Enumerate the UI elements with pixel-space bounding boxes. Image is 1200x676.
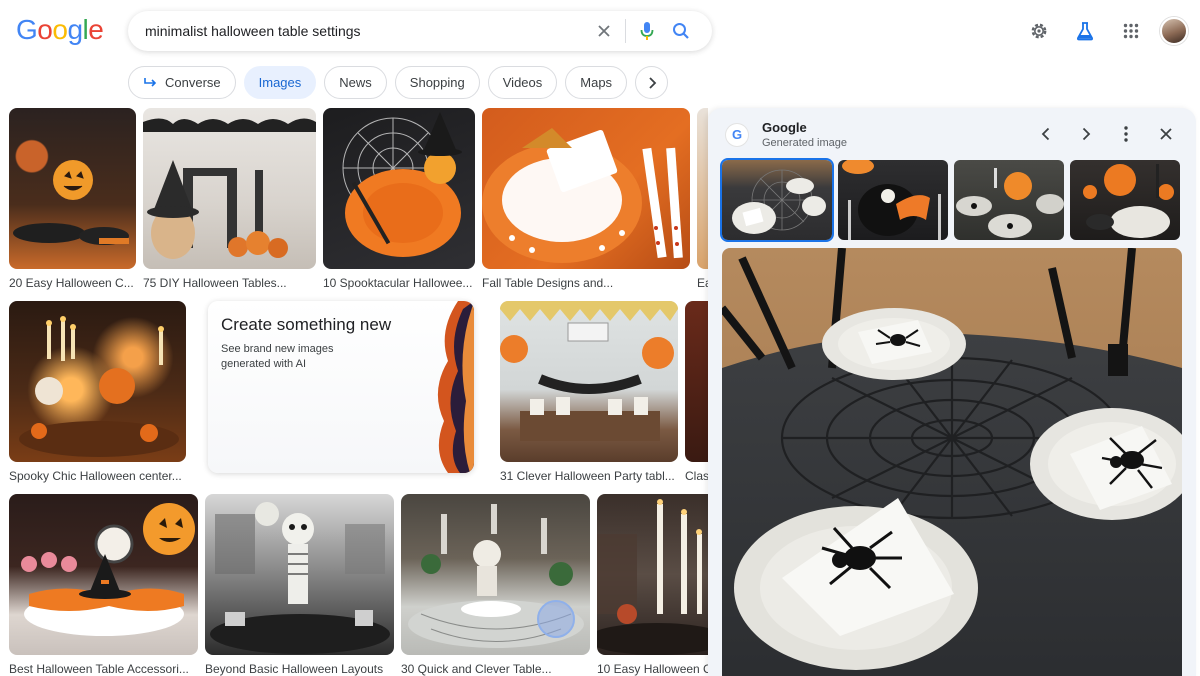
logo-letter: o	[52, 14, 68, 45]
result-tile[interactable]: 10 Spooktacular Hallowee...	[323, 108, 475, 290]
chip-images[interactable]: Images	[243, 66, 317, 99]
result-image[interactable]	[685, 301, 708, 462]
variation-thumbnail[interactable]	[1070, 160, 1180, 240]
source-name[interactable]: Google	[762, 120, 847, 135]
chip-shopping[interactable]: Shopping	[394, 66, 480, 99]
variation-thumbnail-selected[interactable]	[720, 158, 834, 242]
result-image[interactable]	[323, 108, 475, 269]
settings-gear-icon[interactable]	[1022, 14, 1056, 48]
clear-icon[interactable]	[587, 14, 621, 48]
result-caption: Beyond Basic Halloween Layouts	[205, 662, 384, 676]
result-tile[interactable]: Fall Table Designs and...	[482, 108, 690, 290]
chip-news[interactable]: News	[324, 66, 387, 99]
result-tile[interactable]: 20 Easy Halloween C...	[9, 108, 136, 290]
result-caption: Ea	[697, 276, 708, 290]
filter-chips: Converse Images News Shopping Videos Map…	[128, 66, 669, 99]
close-icon	[1160, 128, 1172, 140]
result-tile[interactable]: Ea	[697, 108, 708, 290]
result-tile[interactable]: Clas	[685, 301, 708, 483]
result-image[interactable]	[9, 108, 136, 269]
result-caption: Spooky Chic Halloween center...	[9, 469, 182, 483]
chevron-right-icon	[648, 76, 656, 89]
result-image[interactable]	[143, 108, 316, 269]
result-image[interactable]	[401, 494, 590, 655]
result-caption: 10 Spooktacular Hallowee...	[323, 276, 473, 290]
google-logo[interactable]: Google	[16, 14, 104, 46]
result-caption: Fall Table Designs and...	[482, 276, 614, 290]
preview-main-image[interactable]	[722, 248, 1182, 676]
image-results-grid: 20 Easy Halloween C... 75 DIY Halloween …	[0, 108, 708, 676]
previous-button[interactable]	[1030, 118, 1062, 150]
apps-grid-icon[interactable]	[1114, 14, 1148, 48]
logo-letter: G	[16, 14, 38, 45]
chip-label: Videos	[502, 75, 543, 90]
chip-videos[interactable]: Videos	[487, 66, 558, 99]
chip-maps[interactable]: Maps	[565, 66, 628, 99]
search-input[interactable]: minimalist halloween table settings	[145, 23, 587, 39]
result-tile[interactable]: Best Halloween Table Accessori...	[9, 494, 198, 676]
result-caption: 75 DIY Halloween Tables...	[143, 276, 287, 290]
result-caption: 20 Easy Halloween C...	[9, 276, 134, 290]
result-tile[interactable]: 31 Clever Halloween Party tabl...	[500, 301, 678, 483]
source-favicon: G	[726, 123, 748, 146]
image-preview-panel: G Google Generated image	[708, 108, 1196, 676]
result-caption: Clas	[685, 469, 708, 483]
search-box[interactable]: minimalist halloween table settings	[128, 11, 712, 51]
chip-label: News	[339, 75, 372, 90]
search-divider	[625, 19, 626, 43]
close-panel-button[interactable]	[1150, 118, 1182, 150]
result-caption: Best Halloween Table Accessori...	[9, 662, 189, 676]
result-tile[interactable]: 75 DIY Halloween Tables...	[143, 108, 316, 290]
result-tile[interactable]: 10 Easy Halloween Ce	[597, 494, 708, 676]
result-tile[interactable]: Spooky Chic Halloween center...	[9, 301, 186, 483]
logo-letter: e	[88, 14, 104, 45]
chevron-left-icon	[1041, 127, 1050, 141]
account-avatar[interactable]	[1160, 17, 1188, 45]
result-image[interactable]	[9, 301, 186, 462]
result-image[interactable]	[482, 108, 690, 269]
variation-thumbnail[interactable]	[838, 160, 948, 240]
converse-arrow-icon	[144, 77, 157, 87]
result-image[interactable]	[697, 108, 708, 269]
chip-label: Images	[258, 75, 302, 90]
mic-icon[interactable]	[630, 14, 664, 48]
next-button[interactable]	[1070, 118, 1102, 150]
source-subtitle: Generated image	[762, 137, 847, 149]
chip-label: Maps	[580, 75, 613, 90]
generated-variations-strip	[720, 158, 1180, 242]
result-image[interactable]	[500, 301, 678, 462]
result-image[interactable]	[9, 494, 198, 655]
chip-label: Converse	[165, 75, 221, 90]
result-tile[interactable]: 30 Quick and Clever Table...	[401, 494, 590, 676]
result-caption: 31 Clever Halloween Party tabl...	[500, 469, 675, 483]
labs-flask-icon[interactable]	[1068, 14, 1102, 48]
more-vert-icon	[1124, 126, 1128, 142]
chip-label: Shopping	[409, 75, 465, 90]
google-images-page: Google minimalist halloween table settin…	[0, 0, 1200, 676]
result-caption: 30 Quick and Clever Table...	[401, 662, 552, 676]
ai-card-art	[437, 301, 474, 473]
logo-letter: o	[37, 14, 53, 45]
result-image[interactable]	[597, 494, 708, 655]
result-caption: 10 Easy Halloween Ce	[597, 662, 708, 676]
search-icon[interactable]	[664, 14, 698, 48]
create-something-new-card[interactable]: Create something new See brand new image…	[208, 301, 474, 473]
variation-thumbnail[interactable]	[954, 160, 1064, 240]
logo-letter: g	[67, 14, 83, 45]
result-image[interactable]	[205, 494, 394, 655]
more-options-button[interactable]	[1110, 118, 1142, 150]
chips-next-button[interactable]	[635, 66, 669, 99]
chevron-right-icon	[1082, 127, 1091, 141]
result-tile[interactable]: Beyond Basic Halloween Layouts	[205, 494, 394, 676]
chip-converse[interactable]: Converse	[128, 66, 236, 99]
